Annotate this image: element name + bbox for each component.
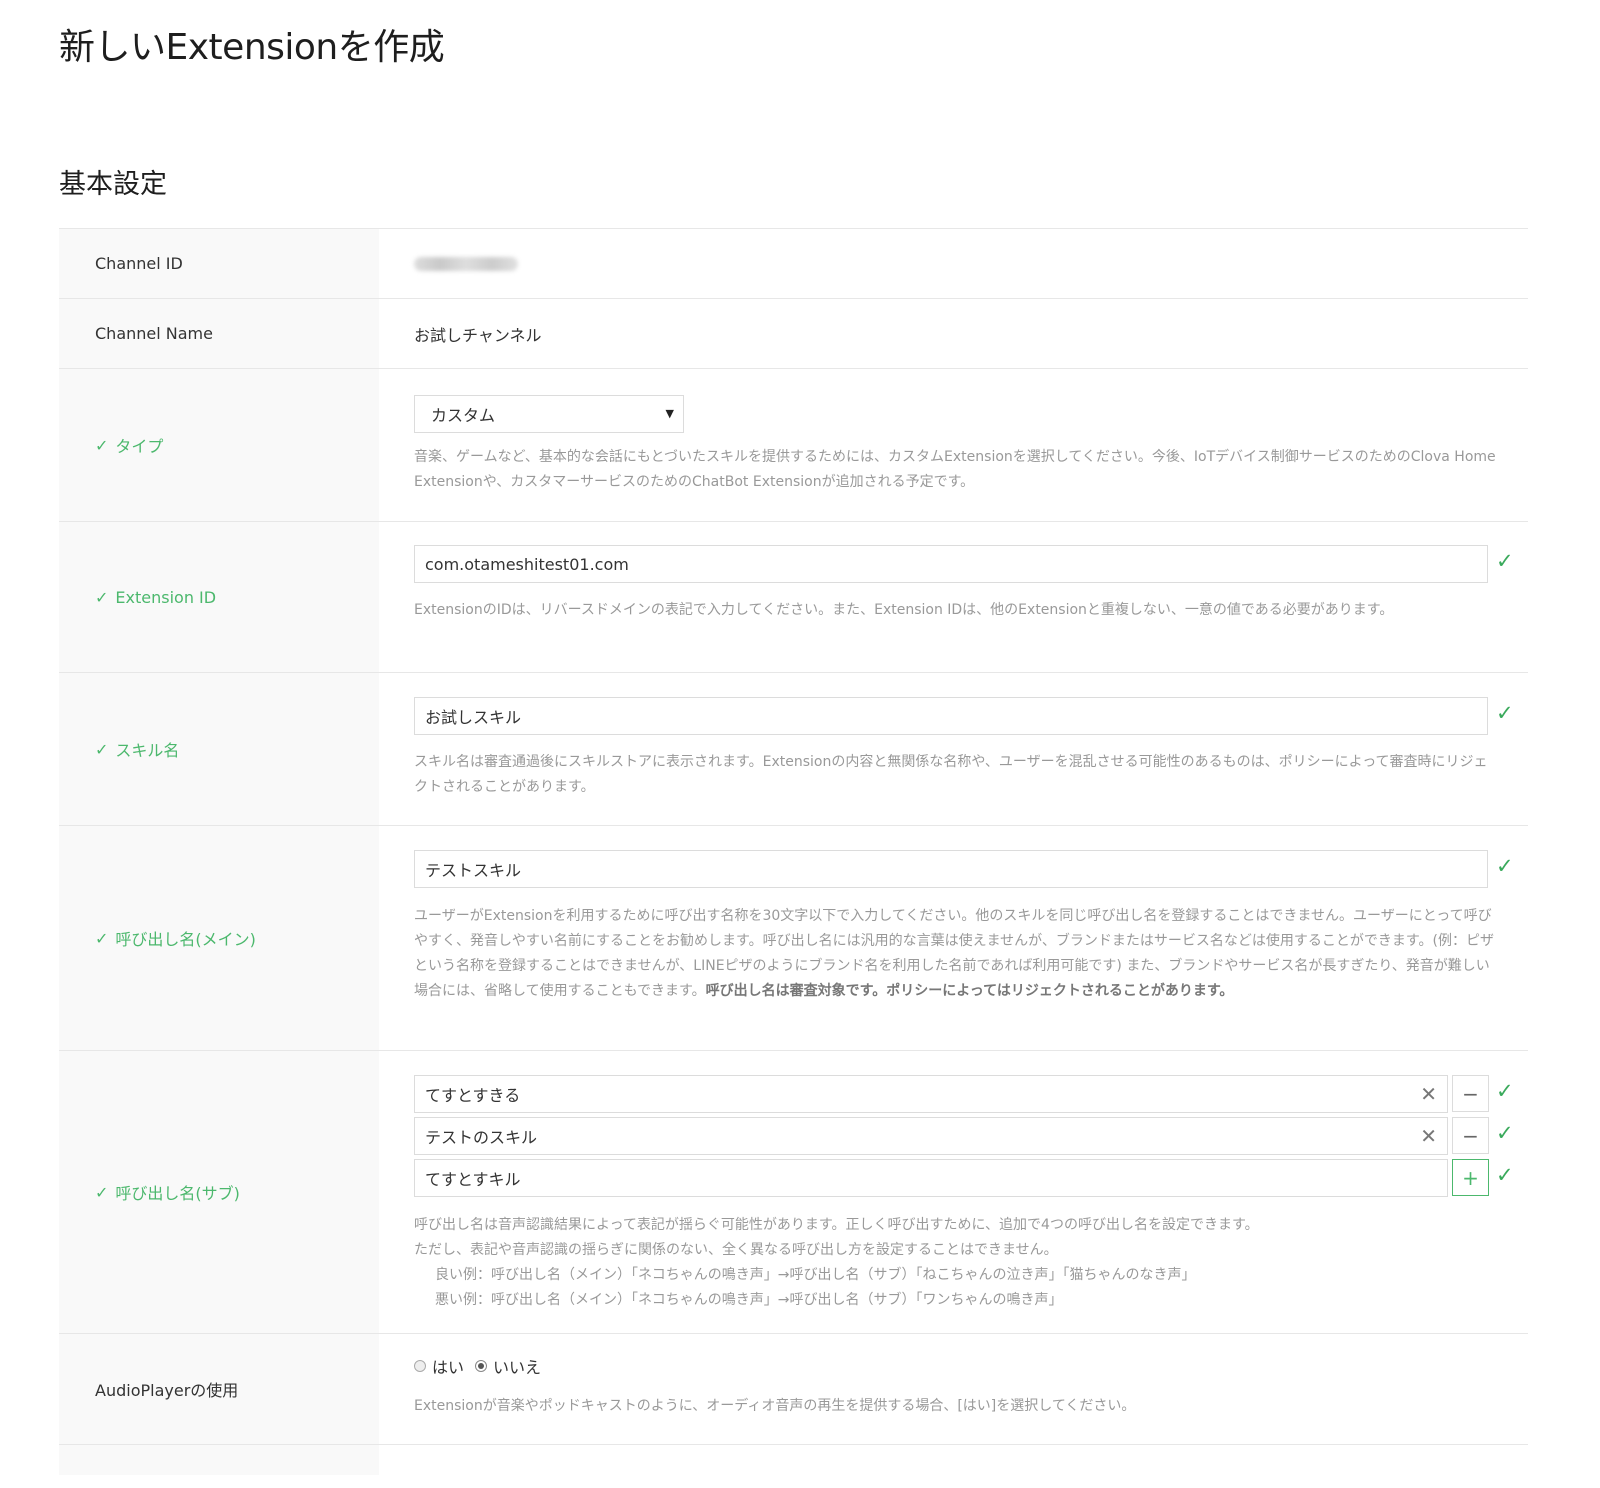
row-invocation-main: ✓ 呼び出し名(メイン) テストスキル ✓ ユーザーがExtensionを利用す… [59, 826, 1528, 1051]
invocation-main-input[interactable]: テストスキル [414, 850, 1488, 888]
add-invocation-button[interactable]: + [1452, 1159, 1489, 1196]
clear-x-icon[interactable]: ✕ [1420, 1124, 1437, 1148]
bad-example: 悪い例：呼び出し名（メイン）「ネコちゃんの鳴き声」→呼び出し名（サブ）「ワンちゃ… [435, 1292, 1063, 1308]
row-channel-id: Channel ID [59, 229, 1528, 299]
radio-no-label: いいえ [493, 1358, 542, 1377]
invocation-sub-input-value: てすとすキル [425, 1170, 521, 1189]
help-line: 呼び出し名は音声認識結果によって表記が揺らぐ可能性があります。正しく呼び出すため… [414, 1217, 1259, 1233]
valid-check-icon: ✓ [95, 1182, 109, 1202]
type-help: 音楽、ゲームなど、基本的な会話にもとづいたスキルを提供するためには、カスタムEx… [414, 449, 1496, 490]
remove-invocation-button[interactable]: − [1452, 1075, 1489, 1112]
invocation-sub-input-value: テストのスキル [425, 1128, 538, 1147]
check-mark-icon: ✓ [1496, 549, 1514, 573]
valid-check-icon: ✓ [95, 435, 109, 455]
row-audioplayer: AudioPlayerの使用 はい いいえ Extensionが音楽やポッドキャ… [59, 1334, 1528, 1445]
invocation-main-input-value: テストスキル [425, 861, 522, 880]
caret-down-icon: ▼ [665, 407, 674, 420]
good-example: 良い例：呼び出し名（メイン）「ネコちゃんの鳴き声」→呼び出し名（サブ）「ねこちゃ… [435, 1267, 1196, 1283]
channel-name-value: お試しチャンネル [414, 325, 542, 345]
skill-name-input[interactable]: お試しスキル [414, 697, 1488, 735]
skill-name-input-value: お試しスキル [425, 708, 522, 727]
radio-no[interactable] [475, 1360, 488, 1372]
page-title: 新しいExtensionを作成 [59, 27, 445, 68]
type-select[interactable]: カスタム ▼ [414, 395, 684, 433]
check-mark-icon: ✓ [1496, 1121, 1514, 1145]
invocation-sub-help: 呼び出し名は音声認識結果によって表記が揺らぐ可能性があります。正しく呼び出すため… [414, 1213, 1499, 1313]
channel-id-redacted [414, 256, 518, 271]
minus-icon: − [1462, 1081, 1479, 1106]
invocation-main-label: 呼び出し名(メイン) [115, 930, 256, 949]
radio-option-no[interactable]: いいえ [475, 1354, 541, 1378]
row-channel-name: Channel Name お試しチャンネル [59, 299, 1528, 369]
valid-check-icon: ✓ [95, 587, 109, 607]
check-mark-icon: ✓ [1496, 701, 1514, 725]
audioplayer-help: Extensionが音楽やポッドキャストのように、オーディオ音声の再生を提供する… [414, 1398, 1136, 1414]
remove-invocation-button[interactable]: − [1452, 1117, 1489, 1154]
type-select-value: カスタム [431, 406, 496, 425]
radio-yes[interactable] [414, 1360, 426, 1372]
extension-id-label-cell: ✓ Extension ID [59, 522, 379, 672]
invocation-sub-input-1[interactable]: てすとすきる ✕ [414, 1075, 1448, 1113]
help-line: ただし、表記や音声認識の揺らぎに関係のない、全く異なる呼び出し方を設定することは… [414, 1242, 1058, 1258]
channel-name-label: Channel Name [59, 299, 379, 368]
radio-yes-label: はい [432, 1358, 465, 1377]
row-type: ✓ タイプ カスタム ▼ 音楽、ゲームなど、基本的な会話にもとづいたスキルを提供… [59, 369, 1528, 522]
invocation-sub-label-cell: ✓ 呼び出し名(サブ) [59, 1051, 379, 1333]
minus-icon: − [1462, 1123, 1479, 1148]
row-extension-id: ✓ Extension ID com.otameshitest01.com ✓ … [59, 522, 1528, 673]
section-title: 基本設定 [59, 169, 167, 200]
radio-option-yes[interactable]: はい [414, 1354, 464, 1378]
invocation-sub-input-2[interactable]: テストのスキル ✕ [414, 1117, 1448, 1155]
row-skill-name: ✓ スキル名 お試しスキル ✓ スキル名は審査通過後にスキルストアに表示されます… [59, 673, 1528, 826]
check-mark-icon: ✓ [1496, 1163, 1514, 1187]
type-label: タイプ [115, 437, 164, 456]
basic-settings-form: Channel ID Channel Name お試しチャンネル ✓ タイプ カ… [59, 228, 1528, 1475]
check-mark-icon: ✓ [1496, 854, 1514, 878]
plus-icon: + [1462, 1165, 1479, 1190]
audioplayer-radio-group: はい いいえ [414, 1354, 552, 1378]
valid-check-icon: ✓ [95, 928, 109, 948]
row-invocation-sub: ✓ 呼び出し名(サブ) てすとすきる ✕ − ✓ テストのスキル ✕ − ✓ て… [59, 1051, 1528, 1334]
extension-id-help: ExtensionのIDは、リバースドメインの表記で入力してください。また、Ex… [414, 602, 1394, 618]
skill-name-label: スキル名 [115, 741, 180, 760]
valid-check-icon: ✓ [95, 739, 109, 759]
invocation-sub-input-3[interactable]: てすとすキル [414, 1159, 1448, 1197]
invocation-main-help-bold: 呼び出し名は審査対象です。ポリシーによってはリジェクトされることがあります。 [705, 983, 1234, 999]
extension-id-input-value: com.otameshitest01.com [425, 554, 629, 574]
invocation-main-label-cell: ✓ 呼び出し名(メイン) [59, 826, 379, 1050]
row-next-cutoff [59, 1445, 1528, 1475]
channel-id-value [414, 229, 518, 298]
invocation-main-help: ユーザーがExtensionを利用するために呼び出す名称を30文字以下で入力して… [414, 904, 1499, 1004]
channel-id-label: Channel ID [59, 229, 379, 298]
extension-id-input[interactable]: com.otameshitest01.com [414, 545, 1488, 583]
skill-name-help: スキル名は審査通過後にスキルストアに表示されます。Extensionの内容と無関… [414, 754, 1488, 795]
create-extension-page: 新しいExtensionを作成 基本設定 Channel ID Channel … [0, 0, 1600, 1488]
audioplayer-label: AudioPlayerの使用 [59, 1334, 379, 1444]
invocation-sub-label: 呼び出し名(サブ) [115, 1184, 240, 1203]
extension-id-label: Extension ID [115, 587, 217, 607]
skill-name-label-cell: ✓ スキル名 [59, 673, 379, 825]
type-label-cell: ✓ タイプ [59, 369, 379, 521]
clear-x-icon[interactable]: ✕ [1420, 1082, 1437, 1106]
check-mark-icon: ✓ [1496, 1079, 1514, 1103]
invocation-sub-input-value: てすとすきる [425, 1086, 521, 1105]
